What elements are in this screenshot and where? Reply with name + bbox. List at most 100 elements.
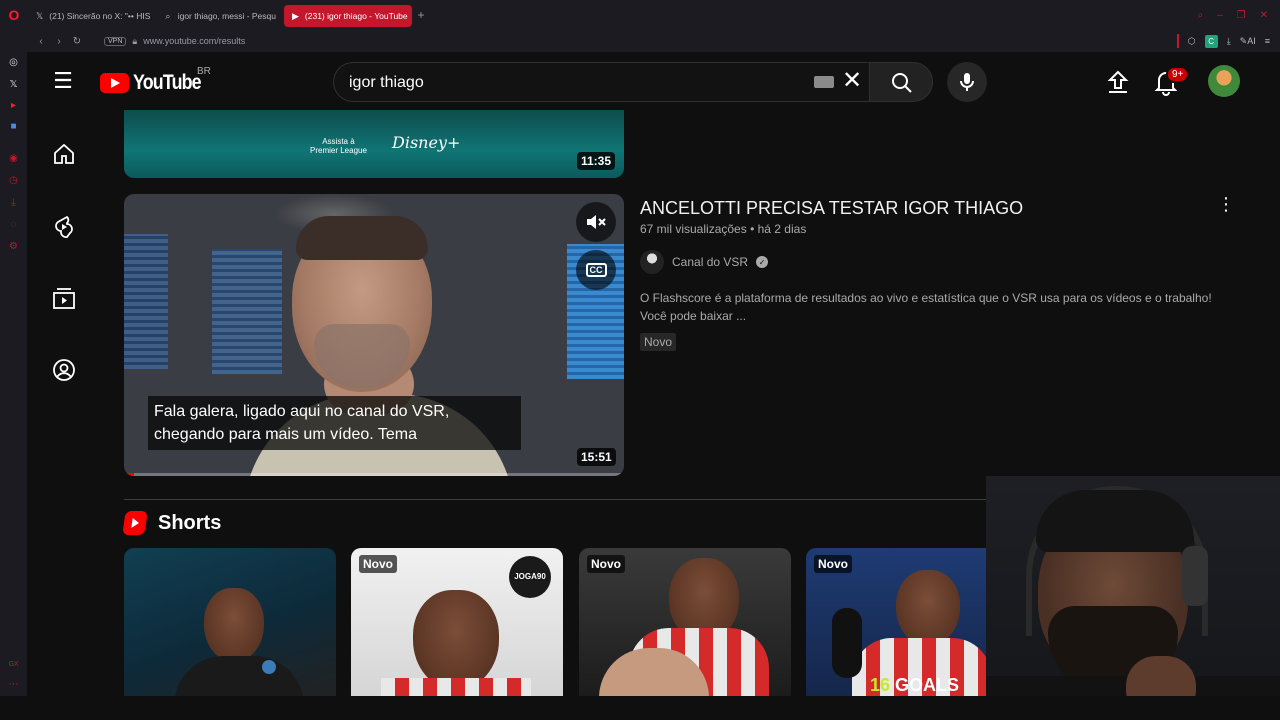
subscriptions-icon [53, 288, 75, 309]
clear-search-icon[interactable]: ✕ [842, 69, 862, 93]
minimize-icon[interactable]: – [1217, 10, 1223, 21]
voice-search-button[interactable] [947, 62, 987, 102]
short-thumbnail-figure [204, 588, 264, 662]
tab-youtube-results[interactable]: ▶ (231) igor thiago - YouTube [284, 5, 412, 27]
short-thumbnail-figure [832, 608, 862, 678]
search-icon: ⌕ [165, 10, 171, 21]
youtube-sidebar-icon[interactable]: ▸ [7, 99, 20, 112]
short-thumbnail-figure [381, 678, 531, 696]
settings-icon[interactable]: ⚙ [7, 240, 20, 253]
captions-toggle-button[interactable]: CC [576, 250, 616, 290]
maximize-icon[interactable]: ❐ [1237, 10, 1246, 21]
short-thumbnail-figure [896, 570, 960, 646]
window-controls: ⌕ – ❐ ✕ [1197, 0, 1268, 30]
tab-x-sincerao[interactable]: 𝕏 (21) Sincerão no X: "•• HIS [28, 5, 156, 27]
short-card[interactable]: JOGA90 Novo [351, 548, 563, 696]
short-card[interactable] [124, 548, 336, 696]
guide-shorts[interactable] [27, 214, 99, 274]
player-icon[interactable]: ◉ [7, 152, 20, 165]
downloads-icon[interactable]: ⤓ [7, 196, 20, 209]
view-count: 67 mil visualizações [640, 222, 747, 236]
youtube-masthead: ☰ YouTube BR igor thiago ✕ 9+ [27, 52, 1280, 110]
new-tab-button[interactable]: + [412, 6, 430, 24]
opera-logo-icon[interactable]: O [0, 0, 28, 30]
separator [1176, 34, 1179, 48]
url-field[interactable]: www.youtube.com/results [143, 36, 245, 46]
forward-icon[interactable]: › [50, 36, 68, 47]
guide-home[interactable] [27, 142, 99, 202]
channel-link[interactable]: Canal do VSR ✓ [640, 250, 769, 274]
channel-avatar[interactable] [640, 250, 664, 274]
ai-label: AI [1247, 35, 1256, 46]
browser-toolbar-right: ⬡ C ⤓ ✎AI ≡ [1176, 30, 1270, 52]
video-thumbnail-main[interactable]: CC Fala galera, ligado aqui no canal do … [124, 194, 624, 476]
shorts-shelf-header: Shorts [122, 511, 221, 535]
verified-badge-icon: ✓ [756, 256, 769, 268]
youtube-play-icon [100, 73, 129, 93]
shorts-logo-icon [122, 511, 148, 535]
search-input[interactable]: igor thiago ✕ [333, 62, 869, 102]
messenger-icon[interactable]: ◌ [7, 218, 20, 231]
tab-label: (231) igor thiago - YouTube [304, 11, 408, 21]
create-upload-button[interactable] [1105, 68, 1131, 96]
disney-plus-logo: Disney+ [392, 133, 461, 152]
tab-search-messi[interactable]: ⌕ igor thiago, messi - Pesqu [156, 5, 284, 27]
chatgpt-icon[interactable]: ◎ [7, 56, 20, 69]
guide-subscriptions[interactable] [27, 286, 99, 346]
more-actions-icon[interactable]: ⋮ [1212, 192, 1240, 220]
account-circle-icon [53, 359, 75, 381]
new-badge: Novo [640, 333, 677, 351]
logo-text: YouTube [133, 71, 202, 94]
new-badge: Novo [359, 555, 397, 573]
joga90-watermark: JOGA90 [509, 556, 551, 598]
extension-c-icon[interactable]: C [1204, 34, 1218, 48]
hamburger-menu-icon[interactable]: ☰ [49, 68, 77, 96]
address-bar: ‹ › ↻ VPN 🔒︎ www.youtube.com/results ⬡ C… [0, 30, 1280, 52]
search-tabs-icon[interactable]: ⌕ [1197, 10, 1203, 21]
download-icon[interactable]: ⤓ [1227, 36, 1231, 47]
more-apps-icon[interactable]: ⋯ [7, 678, 20, 691]
youtube-logo[interactable]: YouTube [100, 71, 213, 95]
ai-button[interactable]: ✎AI [1240, 36, 1256, 47]
bookmark-app-icon[interactable]: ■ [7, 120, 20, 133]
keyboard-icon[interactable] [814, 76, 834, 88]
close-window-icon[interactable]: ✕ [1260, 10, 1268, 21]
muted-speaker-icon [587, 215, 606, 229]
video-title[interactable]: ANCELOTTI PRECISA TESTAR IGOR THIAGO [640, 198, 1023, 219]
meta-separator: • [750, 222, 758, 236]
history-icon[interactable]: ◷ [7, 174, 20, 187]
new-badge: Novo [587, 555, 625, 573]
vpn-badge[interactable]: VPN [104, 36, 127, 46]
video-metadata: 67 mil visualizações • há 2 dias [640, 222, 806, 236]
back-icon[interactable]: ‹ [32, 36, 50, 47]
account-avatar[interactable] [1208, 65, 1240, 97]
webcam-overlay [986, 476, 1280, 720]
country-code: BR [197, 66, 211, 77]
search-button[interactable] [869, 62, 933, 102]
upload-age: há 2 dias [757, 222, 807, 236]
video-thumbnail-previous[interactable]: Assista à Premier League Disney+ 11:35 [124, 110, 624, 178]
video-caption: Fala galera, ligado aqui no canal do VSR… [148, 396, 521, 450]
presenter-figure [296, 216, 428, 260]
tab-label: igor thiago, messi - Pesqu [177, 11, 276, 21]
mute-toggle-button[interactable] [576, 202, 616, 242]
video-description: O Flashscore é a plataforma de resultado… [640, 291, 1212, 323]
goals-number: 16 [870, 675, 891, 695]
opera-sidebar: ◎ 𝕏 ▸ ■ ◉ ◷ ⤓ ◌ ⚙ GX ⋯ [0, 52, 27, 720]
promo-text: Assista à Premier League [310, 137, 367, 155]
menu-icon[interactable]: ≡ [1265, 36, 1270, 46]
gx-icon[interactable]: GX [7, 658, 20, 671]
search-query[interactable]: igor thiago [349, 74, 424, 92]
upload-icon [1107, 70, 1129, 93]
preview-progress-bar[interactable] [124, 473, 624, 476]
x-sidebar-icon[interactable]: 𝕏 [7, 78, 20, 91]
short-card[interactable]: Novo [579, 548, 791, 696]
duration-badge: 15:51 [577, 448, 616, 466]
extensions-icon[interactable]: ⬡ [1188, 36, 1196, 47]
short-thumbnail-figure [174, 656, 304, 696]
tab-label: (21) Sincerão no X: "•• HIS [49, 11, 151, 21]
channel-name[interactable]: Canal do VSR [672, 255, 748, 269]
duration-badge: 11:35 [577, 152, 616, 170]
guide-you[interactable] [27, 358, 99, 418]
reload-icon[interactable]: ↻ [68, 36, 86, 47]
